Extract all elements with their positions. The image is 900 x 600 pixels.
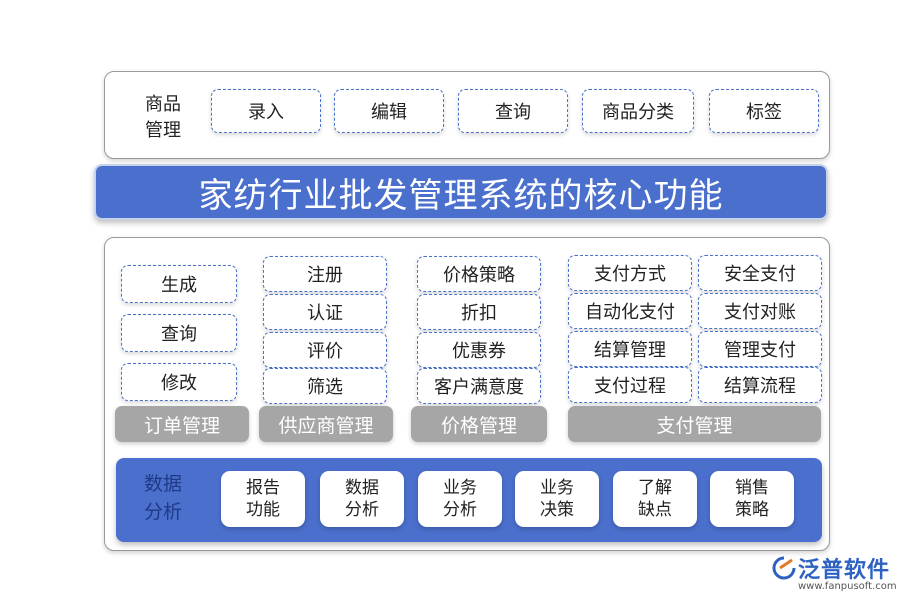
product-item-query[interactable]: 查询 [458,89,568,133]
analysis-item-decision[interactable]: 业务决策 [515,471,599,527]
payment-item-manage[interactable]: 管理支付 [698,331,822,367]
price-management-category[interactable]: 价格管理 [411,406,547,442]
product-item-entry[interactable]: 录入 [211,89,321,133]
logo-name: 泛普软件 [798,552,890,584]
analysis-item-sales[interactable]: 销售策略 [710,471,794,527]
payment-item-secure[interactable]: 安全支付 [698,255,822,291]
price-item-coupon[interactable]: 优惠券 [417,332,541,368]
order-item-modify[interactable]: 修改 [121,363,237,401]
payment-item-reconcile[interactable]: 支付对账 [698,293,822,329]
payment-item-settlement[interactable]: 结算管理 [568,331,692,367]
payment-item-flow[interactable]: 结算流程 [698,367,822,403]
fanpu-logo: 泛普软件 www.fanpusoft.com [772,552,894,596]
fanpu-logo-icon [772,556,796,580]
product-item-category[interactable]: 商品分类 [582,89,694,133]
payment-item-auto[interactable]: 自动化支付 [568,293,692,329]
banner-title: 家纺行业批发管理系统的核心功能 [94,164,828,220]
analysis-item-data[interactable]: 数据分析 [320,471,404,527]
payment-item-process[interactable]: 支付过程 [568,367,692,403]
price-item-strategy[interactable]: 价格策略 [417,256,541,292]
product-item-tag[interactable]: 标签 [709,89,819,133]
analysis-item-weakness[interactable]: 了解缺点 [613,471,697,527]
analysis-item-report[interactable]: 报告功能 [221,471,305,527]
logo-url: www.fanpusoft.com [798,581,897,592]
order-management-category[interactable]: 订单管理 [115,406,249,442]
price-item-discount[interactable]: 折扣 [417,294,541,330]
analysis-item-sales-label: 销售策略 [732,477,772,521]
payment-item-method[interactable]: 支付方式 [568,255,692,291]
order-item-create[interactable]: 生成 [121,265,237,303]
payment-management-category[interactable]: 支付管理 [568,406,821,442]
analysis-item-business[interactable]: 业务分析 [418,471,502,527]
product-item-edit[interactable]: 编辑 [334,89,444,133]
supplier-management-category[interactable]: 供应商管理 [259,406,393,442]
supplier-item-evaluate[interactable]: 评价 [263,332,387,368]
product-management-label: 商品管理 [140,92,186,144]
supplier-item-filter[interactable]: 筛选 [263,368,387,404]
supplier-item-register[interactable]: 注册 [263,256,387,292]
analysis-item-weakness-label: 了解缺点 [635,477,675,521]
supplier-item-certify[interactable]: 认证 [263,294,387,330]
analysis-item-report-label: 报告功能 [243,477,283,521]
data-analysis-label: 数据分析 [138,470,188,526]
order-item-query[interactable]: 查询 [121,314,237,352]
analysis-item-business-label: 业务分析 [440,477,480,521]
analysis-item-data-label: 数据分析 [342,477,382,521]
analysis-item-decision-label: 业务决策 [537,477,577,521]
price-item-satisfaction[interactable]: 客户满意度 [417,368,541,404]
